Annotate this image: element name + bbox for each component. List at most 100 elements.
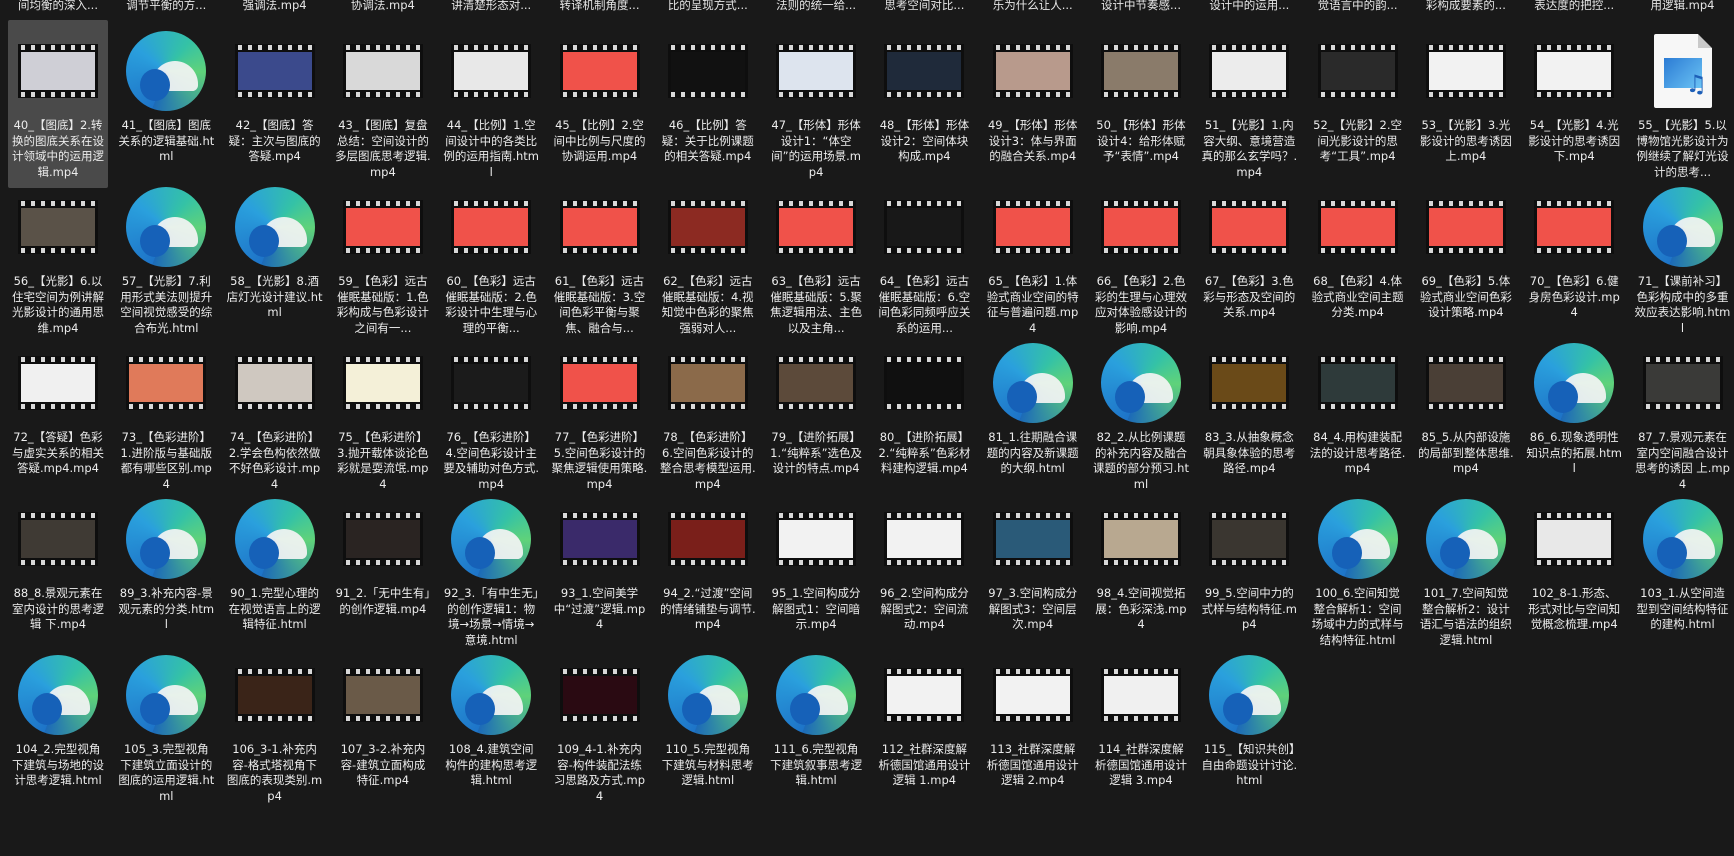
file-item[interactable]: 103_1.从空间造型到空间结构特征的建构.html bbox=[1633, 488, 1733, 656]
file-item[interactable]: 84_4.用构建装配法的设计思考路径.mp4 bbox=[1308, 332, 1408, 500]
file-item[interactable]: 114_社群深度解析德国馆通用设计逻辑 3.mp4 bbox=[1091, 644, 1191, 812]
file-item[interactable]: 82_2.从比例课题的补充内容及融合课题的部分预习.html bbox=[1091, 332, 1191, 500]
file-item[interactable]: 53_【光影】3.光影设计的思考诱因 上.mp4 bbox=[1416, 20, 1516, 188]
file-item[interactable]: 67_【色彩】3.色彩与形态及空间的关系.mp4 bbox=[1199, 176, 1299, 344]
file-item[interactable]: 46_【比例】答疑：关于比例课题的相关答疑.mp4 bbox=[658, 20, 758, 188]
video-thumbnail bbox=[1209, 27, 1290, 115]
file-item[interactable]: 58_【光影】8.酒店灯光设计建议.html bbox=[225, 176, 325, 344]
file-name: 93_1.空间美学中“过渡”逻辑.mp4 bbox=[553, 586, 646, 631]
file-item[interactable]: 40_【图底】2.转换的图底关系在设计领域中的运用逻辑.mp4 bbox=[8, 20, 108, 188]
file-name: 70_【色彩】6.健身房色彩设计.mp4 bbox=[1528, 274, 1620, 319]
file-item[interactable]: 47_【形体】形体设计1：“体空间”的运用场景.mp4 bbox=[766, 20, 866, 188]
file-item[interactable]: 106_3-1.补充内容-格式塔视角下图底的表现类别.mp4 bbox=[225, 644, 325, 812]
file-item[interactable]: 88_8.景观元素在室内设计的思考逻辑 下.mp4 bbox=[8, 488, 108, 656]
video-frame bbox=[237, 676, 312, 714]
file-item[interactable]: 81_1.往期融合课题的内容及新课题的大纲.html bbox=[983, 332, 1083, 500]
file-item[interactable]: 107_3-2.补充内容-建筑立面构成特征.mp4 bbox=[333, 644, 433, 812]
file-name: 113_社群深度解析德国馆通用设计逻辑 2.mp4 bbox=[986, 742, 1079, 787]
file-name: 98_4.空间视觉拓展：色彩深浅.mp4 bbox=[1095, 586, 1187, 631]
file-item[interactable]: 83_3.从抽象概念朝具象体验的思考路径.mp4 bbox=[1199, 332, 1299, 500]
file-item[interactable]: 105_3.完型视角下建筑立面设计的图底的运用逻辑.html bbox=[116, 644, 216, 812]
film-strip-icon bbox=[234, 356, 315, 410]
file-item[interactable]: 77_【色彩进阶】5.空间色彩设计的聚焦逻辑使用策略.mp4 bbox=[550, 332, 650, 500]
file-item[interactable]: 69_【色彩】5.体验式商业空间色彩设计策略.mp4 bbox=[1416, 176, 1516, 344]
file-item[interactable]: 108_4.建筑空间构件的建构思考逻辑.html bbox=[441, 644, 541, 812]
file-item[interactable]: 45_【比例】2.空间中比例与尺度的协调运用.mp4 bbox=[550, 20, 650, 188]
file-item[interactable]: 112_社群深度解析德国馆通用设计逻辑 1.mp4 bbox=[874, 644, 974, 812]
video-thumbnail bbox=[18, 339, 98, 427]
video-thumbnail bbox=[776, 495, 857, 583]
file-name: 66_【色彩】2.色彩的生理与心理效应对体验感设计的影响.mp4 bbox=[1095, 274, 1187, 335]
file-item[interactable]: 97_3.空间构成分解图式3：空间层次.mp4 bbox=[983, 488, 1083, 656]
file-item[interactable]: 65_【色彩】1.体验式商业空间的特征与普遍问题.mp4 bbox=[983, 176, 1083, 344]
file-item[interactable]: 43_【图底】复盘总结：空间设计的多层图底思考逻辑.mp4 bbox=[333, 20, 433, 188]
file-item[interactable]: 51_【光影】1.内容大纲、意境营造真的那么玄学吗？.mp4 bbox=[1199, 20, 1299, 188]
video-thumbnail bbox=[1425, 339, 1506, 427]
file-item[interactable]: 42_【图底】答疑：主次与图底的答疑.mp4 bbox=[225, 20, 325, 188]
file-item[interactable]: 44_【比例】1.空间设计中的各类比例的运用指南.html bbox=[441, 20, 541, 188]
file-item[interactable]: 60_【色彩】远古催眠基础版：2.色彩设计中生理与心理的平衡... bbox=[441, 176, 541, 344]
file-item[interactable]: 64_【色彩】远古催眠基础版：6.空间色彩同频呼应关系的运用... bbox=[874, 176, 974, 344]
file-item[interactable]: 86_6.现象透明性知识点的拓展.html bbox=[1524, 332, 1624, 500]
file-item[interactable]: 76_【色彩进阶】4.空间色彩设计主要及辅助对色方式.mp4 bbox=[441, 332, 541, 500]
media-document-icon: ♫ bbox=[1653, 34, 1712, 108]
file-item[interactable]: 85_5.从内部设施的局部到整体思维.mp4 bbox=[1416, 332, 1516, 500]
video-thumbnail bbox=[1425, 27, 1506, 115]
file-item[interactable]: 90_1.完型心理的在视觉语言上的逻辑特征.html bbox=[225, 488, 325, 656]
file-item[interactable]: 49_【形体】形体设计3：体与界面的融合关系.mp4 bbox=[983, 20, 1083, 188]
file-item[interactable]: 72_【答疑】色彩与虚实关系的相关答疑.mp4.mp4 bbox=[8, 332, 108, 500]
file-item[interactable]: 71_【课前补习】色彩构成中的多重效应表达影响.html bbox=[1633, 176, 1733, 344]
film-strip-icon bbox=[884, 200, 965, 254]
file-item[interactable]: 78_【色彩进阶】6.空间色彩设计的整合思考模型运用.mp4 bbox=[658, 332, 758, 500]
file-item[interactable]: 102_8-1.形态、形式对比与空间知觉概念梳理.mp4 bbox=[1524, 488, 1624, 656]
file-item[interactable]: 113_社群深度解析德国馆通用设计逻辑 2.mp4 bbox=[983, 644, 1083, 812]
file-item[interactable]: 92_3.「有中生无」的创作逻辑1：物境→场景→情境→意境.html bbox=[441, 488, 541, 656]
file-item[interactable]: 48_【形体】形体设计2：空间体块构成.mp4 bbox=[874, 20, 974, 188]
file-item[interactable]: 57_【光影】7.利用形式美法则提升空间视觉感受的综合布光.html bbox=[116, 176, 216, 344]
file-item[interactable]: 94_2.“过渡”空间的情绪铺垫与调节.mp4 bbox=[658, 488, 758, 656]
file-item[interactable]: 68_【色彩】4.体验式商业空间主题分类.mp4 bbox=[1308, 176, 1408, 344]
file-item[interactable]: 93_1.空间美学中“过渡”逻辑.mp4 bbox=[550, 488, 650, 656]
file-item[interactable]: 56_【光影】6.以住宅空间为例讲解光影设计的通用思维.mp4 bbox=[8, 176, 108, 344]
file-item[interactable]: 110_5.完型视角下建筑与材料思考逻辑.html bbox=[658, 644, 758, 812]
video-thumbnail bbox=[884, 339, 965, 427]
file-item[interactable]: 89_3.补充内容-景观元素的分类.html bbox=[116, 488, 216, 656]
file-item[interactable]: 73_【色彩进阶】1.进阶版与基础版都有哪些区别.mp4 bbox=[116, 332, 216, 500]
file-item[interactable]: 91_2.「无中生有」的创作逻辑.mp4 bbox=[333, 488, 433, 656]
file-item[interactable]: 54_【光影】4.光影设计的思考诱因 下.mp4 bbox=[1524, 20, 1624, 188]
film-strip-icon bbox=[1534, 200, 1615, 254]
file-item[interactable]: 99_5.空间中力的式样与结构特征.mp4 bbox=[1199, 488, 1299, 656]
file-item[interactable]: 52_【光影】2.空间光影设计的思考“工具”.mp4 bbox=[1308, 20, 1408, 188]
file-item[interactable]: 62_【色彩】远古催眠基础版：4.视知觉中色彩的聚焦强弱对人... bbox=[658, 176, 758, 344]
file-item[interactable]: 98_4.空间视觉拓展：色彩深浅.mp4 bbox=[1091, 488, 1191, 656]
file-item[interactable]: 70_【色彩】6.健身房色彩设计.mp4 bbox=[1524, 176, 1624, 344]
file-item[interactable]: 87_7.景观元素在室内空间融合设计思考的诱因 上.mp4 bbox=[1633, 332, 1733, 500]
file-item[interactable]: 96_2.空间构成分解图式2：空间流动.mp4 bbox=[874, 488, 974, 656]
file-item[interactable]: 115_【知识共创】自由命题设计讨论.html bbox=[1199, 644, 1299, 812]
file-item[interactable]: 74_【色彩进阶】2.学会色构依然做不好色彩设计.mp4 bbox=[225, 332, 325, 500]
film-strip-icon bbox=[559, 512, 640, 566]
file-item[interactable]: 61_【色彩】远古催眠基础版：3.空间色彩平衡与聚焦、融合与... bbox=[550, 176, 650, 344]
file-item[interactable]: 66_【色彩】2.色彩的生理与心理效应对体验感设计的影响.mp4 bbox=[1091, 176, 1191, 344]
file-item[interactable]: 59_【色彩】远古催眠基础版：1.色彩构成与色彩设计之间有一... bbox=[333, 176, 433, 344]
file-name: 74_【色彩进阶】2.学会色构依然做不好色彩设计.mp4 bbox=[228, 430, 321, 491]
file-item[interactable]: 50_【形体】形体设计4：给形体赋予“表情”.mp4 bbox=[1091, 20, 1191, 188]
file-item[interactable]: 100_6.空间知觉整合解析1：空间场域中力的式样与结构特征.html bbox=[1308, 488, 1408, 656]
file-item[interactable]: 104_2.完型视角下建筑与场地的设计思考逻辑.html bbox=[8, 644, 108, 812]
video-frame bbox=[1428, 364, 1503, 402]
file-item[interactable]: 63_【色彩】远古催眠基础版：5.聚焦逻辑用法、主色以及主角... bbox=[766, 176, 866, 344]
file-item[interactable]: 109_4-1.补充内容-构件装配法练习思路及方式.mp4 bbox=[550, 644, 650, 812]
file-item[interactable]: 41_【图底】图底关系的逻辑基础.html bbox=[116, 20, 216, 188]
file-item[interactable]: 111_6.完型视角下建筑叙事思考逻辑.html bbox=[766, 644, 866, 812]
file-item[interactable]: 75_【色彩进阶】3.抛开载体谈论色彩就是耍流氓.mp4 bbox=[333, 332, 433, 500]
file-item[interactable]: ♫ 55_【光影】5.以博物馆光影设计为例继续了解灯光设计的思考... bbox=[1633, 20, 1733, 188]
video-thumbnail bbox=[234, 339, 315, 427]
film-strip-icon bbox=[1209, 356, 1290, 410]
video-thumbnail bbox=[776, 27, 857, 115]
file-item[interactable]: 79_【进阶拓展】1.“纯粹系”选色及设计的特点.mp4 bbox=[766, 332, 866, 500]
file-item[interactable]: 80_【进阶拓展】2.“纯粹系”色彩材料建构逻辑.mp4 bbox=[874, 332, 974, 500]
file-item[interactable]: 101_7.空间知觉整合解析2：设计语汇与语法的组织逻辑.html bbox=[1416, 488, 1516, 656]
file-item[interactable]: 95_1.空间构成分解图式1：空间暗示.mp4 bbox=[766, 488, 866, 656]
video-frame bbox=[1212, 208, 1287, 246]
video-thumbnail bbox=[18, 183, 98, 271]
